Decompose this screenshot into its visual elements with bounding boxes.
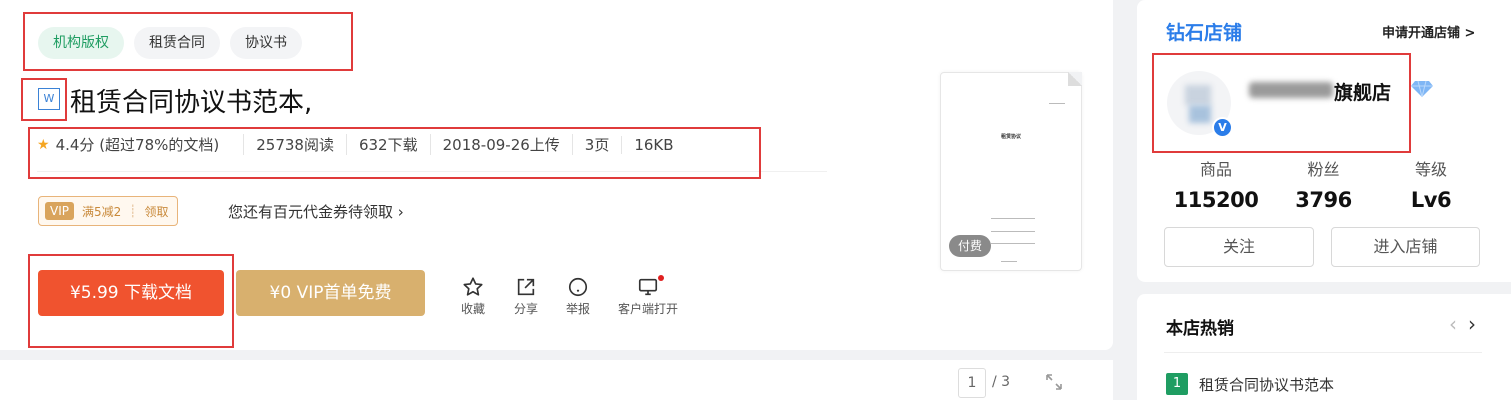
follow-button[interactable]: 关注 (1164, 227, 1314, 267)
vip-free-button[interactable]: ¥0 VIP首单免费 (236, 270, 425, 316)
rating: 4.4分 (超过78%的文档) (56, 134, 244, 155)
report-icon (568, 277, 588, 297)
file-size: 16KB (621, 135, 685, 154)
stat-label: 粉丝 (1307, 160, 1340, 179)
star-icon: ★ (37, 136, 50, 153)
avatar-blur (1189, 105, 1211, 123)
hot-sales-title: 本店热销 (1166, 319, 1234, 339)
stat-label: 商品 (1199, 160, 1232, 179)
download-button[interactable]: ¥5.99 下载文档 (38, 270, 224, 316)
chevron-left-icon[interactable]: ‹ (1449, 312, 1457, 336)
enter-shop-button[interactable]: 进入店铺 (1331, 227, 1480, 267)
page-count: 3页 (571, 134, 622, 155)
page-total: / 3 (992, 374, 1011, 390)
vip-coupon[interactable]: VIP 满5减2 ┊ 领取 (38, 196, 178, 226)
apply-shop-link[interactable]: 申请开通店铺 > (1382, 22, 1475, 41)
tag-agreement[interactable]: 协议书 (230, 27, 302, 59)
chevron-right-icon[interactable]: › (1468, 312, 1476, 336)
shop-name[interactable]: 旗舰店 (1334, 78, 1391, 105)
diamond-icon (1411, 80, 1433, 98)
shop-stats: 商品 115200 粉丝 3796 等级 Lv6 (1166, 156, 1481, 212)
shop-name-redacted (1249, 82, 1333, 98)
rank-badge: 1 (1166, 373, 1188, 395)
rating-score: 4.4分 (55, 136, 95, 154)
tag-list: 机构版权 租赁合同 协议书 (38, 27, 302, 59)
page-number-input[interactable]: 1 (958, 368, 986, 398)
client-open-label: 客户端打开 (618, 302, 679, 316)
tag-lease-contract[interactable]: 租赁合同 (134, 27, 220, 59)
stat-value: 3796 (1295, 188, 1352, 212)
client-open-button[interactable]: 客户端打开 (618, 275, 679, 317)
share-button[interactable]: 分享 (514, 276, 538, 317)
coupon-discount: 满5减2 (81, 204, 122, 219)
stat-level: 等级 Lv6 (1381, 156, 1481, 212)
stat-value: Lv6 (1410, 188, 1452, 212)
thumb-line (1049, 103, 1065, 104)
upload-date: 2018-09-26上传 (429, 134, 572, 155)
favorite-button[interactable]: 收藏 (461, 276, 485, 317)
thumb-line (991, 231, 1035, 232)
expand-icon[interactable] (1044, 372, 1064, 392)
notification-dot (658, 275, 665, 281)
favorite-label: 收藏 (461, 302, 486, 316)
divider (1164, 352, 1482, 353)
download-count: 632下载 (345, 134, 430, 155)
verified-icon: V (1212, 117, 1233, 138)
thumb-line (1001, 261, 1017, 262)
report-label: 举报 (566, 302, 591, 316)
tag-institution-copyright[interactable]: 机构版权 (38, 27, 124, 59)
document-meta: ★ 4.4分 (超过78%的文档) 25738阅读 632下载 2018-09-… (37, 134, 686, 155)
divider (37, 171, 827, 172)
thumb-title: 租赁协议 (1000, 134, 1021, 140)
shop-level-title: 钻石店铺 (1166, 22, 1243, 44)
voucher-promo-link[interactable]: 您还有百元代金券待领取 › (228, 201, 404, 222)
avatar-blur (1185, 85, 1211, 105)
rating-note: (超过78%的文档) (99, 136, 220, 154)
share-label: 分享 (514, 302, 539, 316)
preview-pager-bar (0, 360, 1113, 400)
share-icon (517, 278, 535, 296)
monitor-icon (638, 278, 658, 296)
coupon-claim[interactable]: 领取 (145, 203, 169, 220)
stat-label: 等级 (1414, 160, 1447, 179)
stat-followers: 粉丝 3796 (1274, 156, 1374, 212)
page-fold-corner (1068, 72, 1082, 86)
hot-item-link[interactable]: 租赁合同协议书范本 (1199, 374, 1334, 395)
document-title: 租赁合同协议书范本, (70, 88, 313, 118)
paid-badge: 付费 (949, 235, 992, 257)
stat-value: 115200 (1173, 188, 1259, 212)
word-doc-icon: W (38, 88, 60, 110)
thumb-line (991, 243, 1035, 244)
star-outline-icon (463, 277, 483, 296)
thumb-line (991, 218, 1035, 219)
coupon-separator: ┊ (129, 204, 137, 218)
stat-products: 商品 115200 (1166, 156, 1266, 212)
vip-badge: VIP (45, 202, 74, 220)
report-button[interactable]: 举报 (566, 276, 590, 317)
read-count: 25738阅读 (243, 134, 346, 155)
